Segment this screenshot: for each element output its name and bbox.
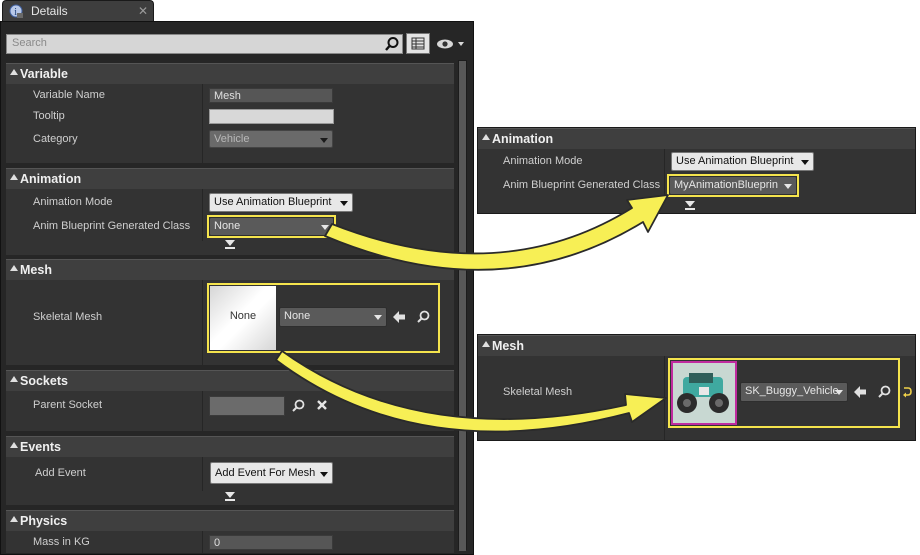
animation-mode-value: Use Animation Blueprint	[214, 196, 332, 208]
search-placeholder: Search	[12, 37, 47, 49]
svg-text:i: i	[14, 7, 17, 18]
callout-category-animation[interactable]: Animation	[478, 128, 915, 149]
animation-mode-dropdown[interactable]: Use Animation Blueprint	[209, 193, 353, 212]
callout-animation-mode-dropdown[interactable]: Use Animation Blueprint	[671, 152, 814, 171]
expand-arrow-icon	[685, 201, 695, 207]
variable-name-field[interactable]: Mesh	[209, 88, 333, 103]
category-animation-label: Animation	[20, 172, 82, 186]
anim-class-value: None	[214, 220, 241, 232]
details-tab-icon: i	[9, 4, 23, 18]
browse-magnifier-icon[interactable]	[415, 309, 431, 325]
anim-class-dropdown[interactable]: None	[209, 217, 334, 236]
chevron-down-icon	[320, 472, 328, 477]
close-tab-icon[interactable]: ✕	[138, 4, 148, 18]
eye-visibility-icon	[437, 39, 464, 49]
thumbnail-none-text: None	[229, 310, 257, 322]
add-event-dropdown[interactable]: Add Event For Mesh	[210, 462, 333, 484]
category-mesh-label: Mesh	[20, 263, 52, 277]
use-selected-arrow-icon[interactable]	[391, 309, 407, 325]
visibility-options-button[interactable]	[436, 36, 466, 52]
callout-skeletal-mesh-dropdown[interactable]: SK_Buggy_Vehicle	[740, 382, 848, 402]
collapse-arrow-icon	[482, 341, 490, 347]
category-dropdown[interactable]: Vehicle	[209, 130, 333, 148]
skeletal-mesh-thumbnail[interactable]: None	[210, 286, 276, 350]
collapse-arrow-icon	[10, 516, 18, 522]
callout-use-selected-arrow-icon[interactable]	[852, 384, 868, 400]
buggy-vehicle-image	[673, 363, 735, 423]
chevron-down-icon	[320, 138, 328, 143]
callout-anim-class-label: Anim Blueprint Generated Class	[503, 179, 661, 191]
callout-anim-class-value: MyAnimationBlueprin	[674, 179, 778, 191]
expand-arrow-icon	[225, 240, 235, 246]
add-event-button-label: Add Event For Mesh	[215, 467, 316, 479]
callout-advanced-expander[interactable]	[685, 201, 695, 211]
clear-x-icon[interactable]	[315, 398, 329, 412]
chevron-down-icon	[835, 390, 843, 395]
callout-mesh-header: Mesh	[492, 339, 524, 353]
category-variable-label: Variable	[20, 67, 68, 81]
skeletal-mesh-dropdown[interactable]: None	[279, 307, 387, 327]
skeletal-mesh-label: Skeletal Mesh	[33, 311, 103, 323]
chevron-down-icon	[340, 201, 348, 206]
callout-skeletal-mesh-value: SK_Buggy_Vehicle	[745, 385, 839, 397]
category-label: Category	[33, 133, 78, 145]
category-physics[interactable]: Physics	[6, 510, 454, 531]
category-physics-label: Physics	[20, 514, 68, 528]
mass-field[interactable]: 0	[209, 535, 333, 550]
callout-animation-mode-value: Use Animation Blueprint	[676, 155, 794, 167]
variable-name-label: Variable Name	[33, 89, 105, 101]
details-tab[interactable]: i Details ✕	[2, 0, 154, 22]
events-expander[interactable]	[225, 492, 235, 502]
chevron-down-icon	[784, 184, 792, 189]
property-matrix-icon	[411, 37, 425, 50]
parent-socket-field[interactable]	[209, 396, 285, 416]
skeletal-mesh-value: None	[284, 310, 311, 322]
animation-mode-label: Animation Mode	[33, 196, 113, 208]
tooltip-label: Tooltip	[33, 110, 65, 122]
callout-anim-class-dropdown[interactable]: MyAnimationBlueprin	[669, 176, 797, 195]
socket-browse-magnifier-icon[interactable]	[290, 398, 306, 414]
reset-to-default-icon[interactable]	[902, 386, 912, 398]
anim-class-label: Anim Blueprint Generated Class	[33, 220, 191, 232]
tooltip-field[interactable]	[209, 109, 334, 124]
collapse-arrow-icon	[10, 69, 18, 75]
callout-skeletal-mesh-label: Skeletal Mesh	[503, 386, 573, 398]
add-event-label: Add Event	[35, 467, 86, 479]
category-events[interactable]: Events	[6, 436, 454, 457]
callout-animation-header: Animation	[492, 132, 554, 146]
scrollbar-thumb[interactable]	[459, 61, 466, 551]
category-animation[interactable]: Animation	[6, 168, 454, 189]
category-events-label: Events	[20, 440, 61, 454]
callout-category-mesh[interactable]: Mesh	[478, 335, 915, 356]
collapse-arrow-icon	[482, 134, 490, 140]
chevron-down-icon	[801, 160, 809, 165]
search-input[interactable]: Search	[6, 34, 403, 54]
parent-socket-label: Parent Socket	[33, 399, 103, 411]
collapse-arrow-icon	[10, 376, 18, 382]
callout-animation-mode-label: Animation Mode	[503, 155, 583, 167]
category-sockets[interactable]: Sockets	[6, 370, 454, 391]
details-tab-title: Details	[31, 4, 68, 18]
category-variable[interactable]: Variable	[6, 63, 454, 84]
collapse-arrow-icon	[10, 442, 18, 448]
collapse-arrow-icon	[10, 265, 18, 271]
buggy-thumbnail[interactable]	[671, 361, 737, 425]
expand-arrow-icon	[225, 492, 235, 498]
mass-label: Mass in KG	[33, 536, 90, 548]
category-sockets-label: Sockets	[20, 374, 68, 388]
callout-browse-magnifier-icon[interactable]	[876, 384, 892, 400]
chevron-down-icon	[321, 225, 329, 230]
details-scrollbar[interactable]	[458, 60, 467, 551]
category-mesh[interactable]: Mesh	[6, 259, 454, 280]
search-icon	[385, 37, 399, 51]
property-matrix-button[interactable]	[406, 33, 430, 54]
advanced-expander[interactable]	[225, 240, 235, 250]
collapse-arrow-icon	[10, 174, 18, 180]
category-dropdown-value: Vehicle	[214, 133, 250, 145]
chevron-down-icon	[374, 315, 382, 320]
